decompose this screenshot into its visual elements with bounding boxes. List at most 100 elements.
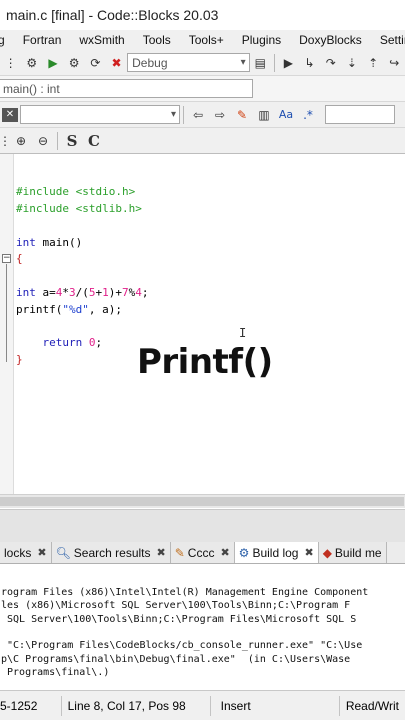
code-token: { bbox=[16, 252, 23, 265]
menu-item-settings[interactable]: Settings bbox=[380, 33, 405, 47]
log-line: Programs\final\.) bbox=[1, 667, 110, 678]
code-editor[interactable]: − #include <stdio.h> #include <stdlib.h>… bbox=[0, 154, 405, 509]
close-icon[interactable]: ✖ bbox=[37, 546, 46, 559]
tab-label: Search results bbox=[73, 545, 151, 560]
code-token: } bbox=[16, 353, 23, 366]
debug-run-icon[interactable]: ▶ bbox=[280, 54, 297, 72]
zoom-in-icon[interactable]: ⊕ bbox=[12, 132, 30, 150]
title-bar: main.c [final] - Code::Blocks 20.03 bbox=[0, 0, 405, 30]
regex-icon[interactable]: .* bbox=[299, 106, 317, 124]
toolbar-separator bbox=[273, 53, 275, 72]
tab-label: Build me bbox=[334, 545, 382, 560]
magnifier-icon: 🔍︎ bbox=[55, 545, 71, 560]
code-token: "%d" bbox=[62, 303, 89, 316]
arrow-left-icon[interactable]: ⇦ bbox=[189, 106, 207, 124]
highlight-icon[interactable]: ✎ bbox=[233, 106, 251, 124]
code-token: int bbox=[16, 236, 36, 249]
selected-text-icon[interactable]: ▥ bbox=[255, 106, 273, 124]
mouse-cursor-icon: I bbox=[239, 326, 247, 340]
run-to-cursor-icon[interactable]: ↳ bbox=[301, 54, 318, 72]
grip-icon: ⋮ bbox=[0, 133, 11, 148]
code-token: 3 bbox=[69, 286, 76, 299]
build-target-value: Debug bbox=[132, 55, 168, 70]
code-line-10: return 0; bbox=[16, 336, 102, 350]
search-input[interactable]: ▾ bbox=[20, 105, 180, 124]
close-icon[interactable]: ✖ bbox=[220, 546, 229, 559]
panel-splitter[interactable] bbox=[0, 509, 405, 542]
code-token: , a); bbox=[88, 303, 122, 316]
target-dialog-icon[interactable]: ▤ bbox=[252, 54, 269, 72]
code-token: ; bbox=[95, 336, 103, 349]
menu-item-doxyblocks[interactable]: DoxyBlocks bbox=[299, 33, 362, 47]
menu-item-tools-plus[interactable]: Tools+ bbox=[189, 33, 224, 47]
horizontal-scrollbar[interactable] bbox=[0, 494, 405, 508]
code-line-8: printf("%d", a); bbox=[16, 303, 122, 317]
log-line: p\C Programs\final\bin\Debug\final.exe" … bbox=[1, 653, 351, 665]
code-line-5: { bbox=[16, 252, 23, 266]
close-icon[interactable]: ✖ bbox=[157, 546, 166, 559]
code-line-4: int main() bbox=[16, 236, 82, 250]
code-token: int bbox=[16, 286, 36, 299]
tab-label: locks bbox=[4, 545, 32, 560]
tab-build-log[interactable]: ⚙ Build log ✖ bbox=[234, 542, 319, 563]
code-token: 1 bbox=[102, 286, 109, 299]
tab-code-blocks[interactable]: locks ✖ bbox=[0, 542, 52, 563]
tab-label: Cccc bbox=[187, 545, 215, 560]
menu-item-help-partial[interactable]: g bbox=[0, 33, 5, 47]
zoom-toolbar: ⋮ ⊕ ⊖ S C bbox=[0, 128, 405, 154]
next-instruction-icon[interactable]: ↪ bbox=[386, 54, 403, 72]
fold-line bbox=[6, 264, 7, 362]
abort-icon[interactable]: ✖ bbox=[108, 54, 125, 72]
code-line-7: int a=4*3/(5+1)+7%4; bbox=[16, 286, 149, 300]
gear-build-icon[interactable]: ⚙ bbox=[23, 54, 40, 72]
logs-tabs: locks ✖ 🔍︎ Search results ✖ ✎ Cccc ✖ ⚙ B… bbox=[0, 542, 405, 564]
tab-cccc[interactable]: ✎ Cccc ✖ bbox=[170, 542, 235, 563]
status-mode: Insert bbox=[211, 695, 340, 716]
code-line-11: } bbox=[16, 353, 23, 367]
s-format-icon[interactable]: S bbox=[63, 132, 81, 150]
menu-item-wxsmith[interactable]: wxSmith bbox=[79, 33, 124, 47]
code-token: 7 bbox=[122, 286, 129, 299]
match-case-icon[interactable]: Aa bbox=[277, 106, 295, 124]
secondary-search-input[interactable] bbox=[325, 105, 395, 124]
menu-item-tools[interactable]: Tools bbox=[143, 33, 171, 47]
scope-select[interactable]: main() : int bbox=[0, 79, 253, 98]
menu-bar: g Fortran wxSmith Tools Tools+ Plugins D… bbox=[0, 30, 405, 50]
toolbar-separator bbox=[57, 131, 58, 150]
menu-item-plugins[interactable]: Plugins bbox=[242, 33, 281, 47]
close-icon[interactable]: ✖ bbox=[304, 546, 313, 559]
log-line: SQL Server\100\Tools\Binn;C:\Program Fil… bbox=[1, 613, 357, 625]
c-format-icon[interactable]: C bbox=[85, 132, 103, 150]
scope-value: main() : int bbox=[3, 81, 60, 96]
zoom-out-icon[interactable]: ⊖ bbox=[34, 132, 52, 150]
build-log-output[interactable]: rogram Files (x86)\Intel\Intel(R) Manage… bbox=[0, 564, 405, 690]
code-completion-toolbar: main() : int bbox=[0, 76, 405, 102]
step-into-icon[interactable]: ⇣ bbox=[343, 54, 360, 72]
build-target-select[interactable]: Debug ▾ bbox=[127, 53, 250, 72]
note-icon: ✎ bbox=[174, 545, 185, 560]
menu-item-fortran[interactable]: Fortran bbox=[23, 33, 62, 47]
status-position: Line 8, Col 17, Pos 98 bbox=[62, 695, 211, 716]
step-out-icon[interactable]: ⇡ bbox=[365, 54, 382, 72]
build-toolbar: ⋮ ⚙ ▶ ⚙ ⟳ ✖ Debug ▾ ▤ ▶ ↳ ↷ ⇣ ⇡ ↪ bbox=[0, 50, 405, 76]
tab-label: Build log bbox=[252, 545, 299, 560]
code-token: 4 bbox=[135, 286, 142, 299]
scrollbar-thumb[interactable] bbox=[0, 497, 404, 506]
arrow-right-icon[interactable]: ⇨ bbox=[211, 106, 229, 124]
run-icon[interactable]: ▶ bbox=[44, 54, 61, 72]
clear-icon[interactable]: ✕ bbox=[2, 107, 18, 122]
code-token: main() bbox=[35, 236, 83, 249]
code-token: printf( bbox=[16, 303, 63, 316]
search-toolbar: ✕ ▾ ⇦ ⇨ ✎ ▥ Aa .* bbox=[0, 102, 405, 128]
build-icon: ◆ bbox=[322, 545, 332, 560]
status-access: Read/Writ bbox=[345, 698, 399, 713]
tab-search-results[interactable]: 🔍︎ Search results ✖ bbox=[51, 542, 171, 563]
log-line: "C:\Program Files\CodeBlocks/cb_console_… bbox=[1, 640, 363, 651]
tab-build-messages[interactable]: ◆ Build me bbox=[318, 542, 387, 563]
build-run-icon[interactable]: ⚙ bbox=[66, 54, 83, 72]
fold-marker-icon[interactable]: − bbox=[2, 254, 11, 263]
log-line: rogram Files (x86)\Intel\Intel(R) Manage… bbox=[1, 586, 369, 598]
chevron-down-icon: ▾ bbox=[240, 57, 246, 68]
rebuild-icon[interactable]: ⟳ bbox=[87, 54, 104, 72]
next-line-icon[interactable]: ↷ bbox=[322, 54, 339, 72]
